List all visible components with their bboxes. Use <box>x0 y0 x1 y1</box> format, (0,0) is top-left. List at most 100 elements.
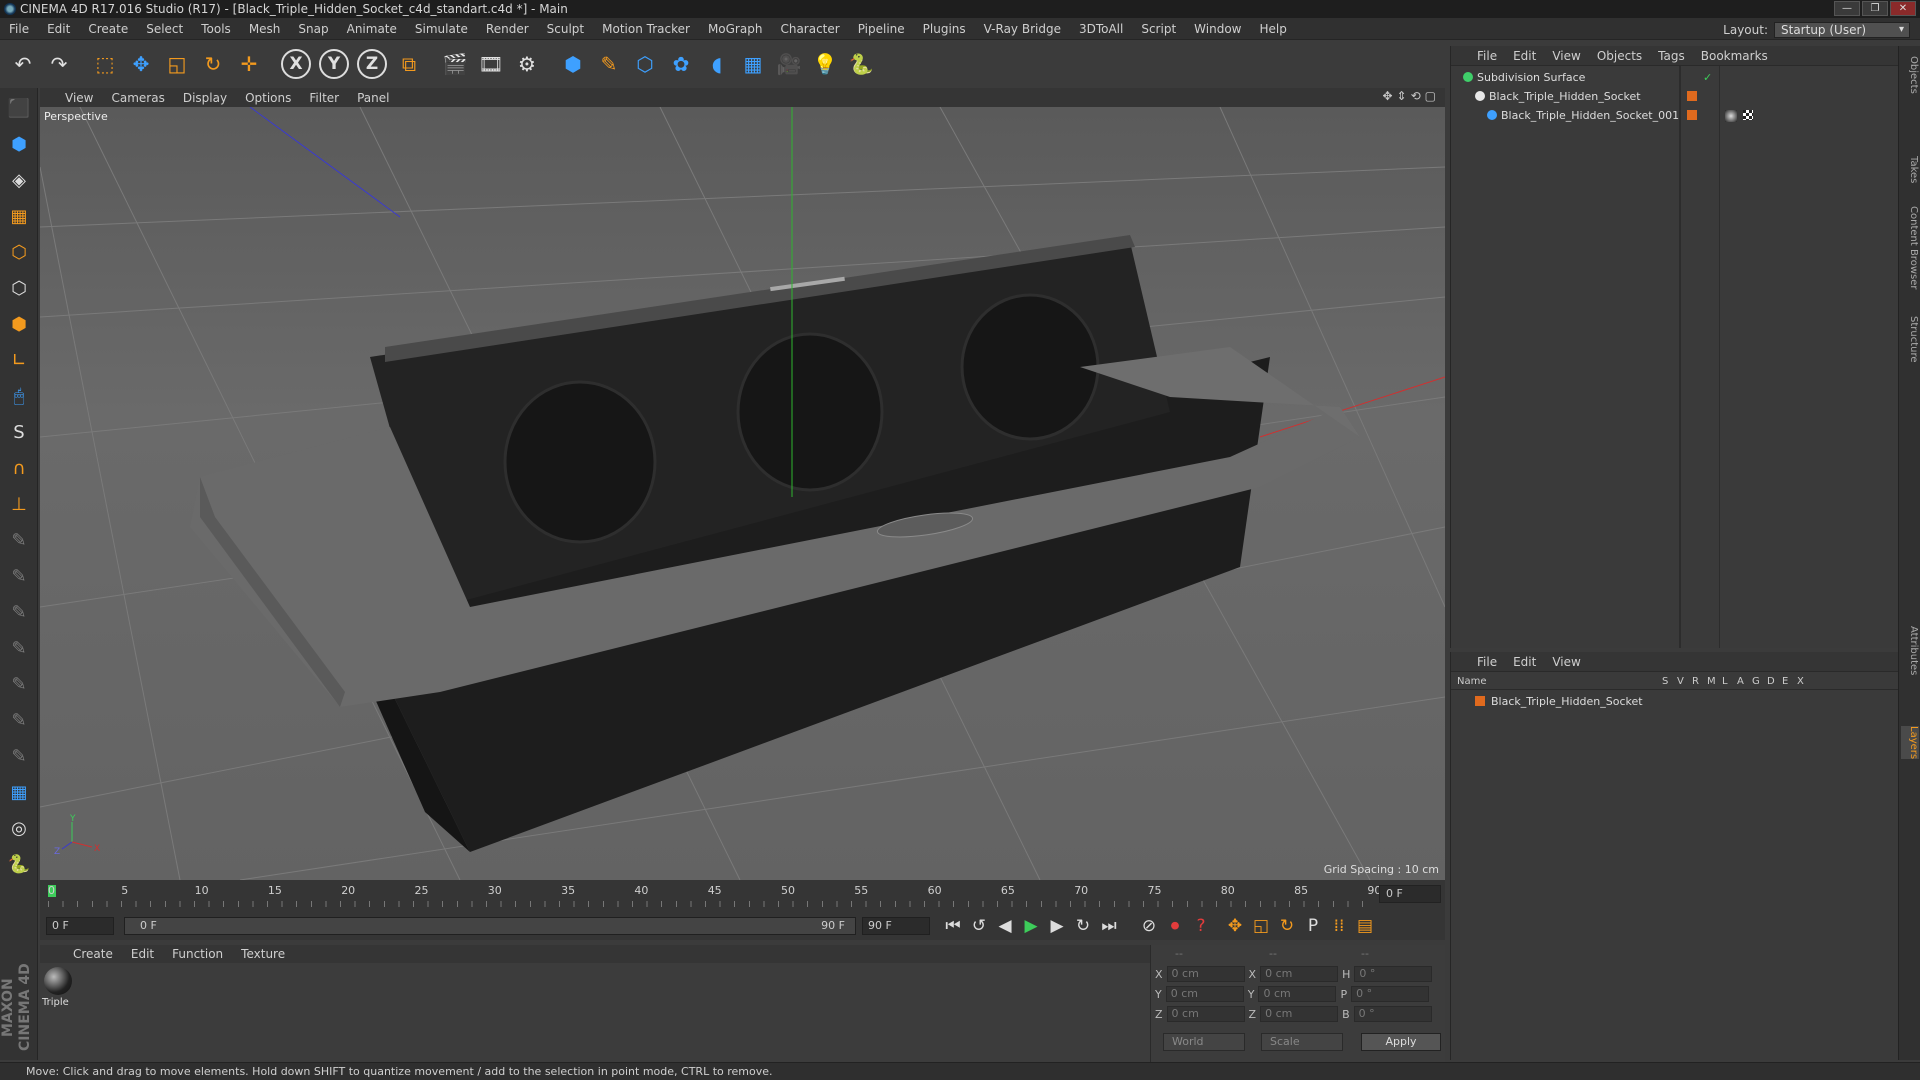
menu-pipeline[interactable]: Pipeline <box>849 22 914 36</box>
menu-create[interactable]: Create <box>79 22 137 36</box>
layer-col-e[interactable]: E <box>1782 676 1788 687</box>
render-view-icon[interactable]: 🎬 <box>438 47 472 81</box>
menu-tools[interactable]: Tools <box>192 22 240 36</box>
make-editable-icon[interactable]: ⬛ <box>3 92 35 124</box>
menu-file[interactable]: File <box>0 22 38 36</box>
side-tab-takes[interactable]: Takes <box>1901 156 1919 183</box>
layer-col-v[interactable]: V <box>1677 676 1684 687</box>
transform-icon[interactable]: ✛ <box>232 47 266 81</box>
snapping-icon[interactable]: S <box>3 416 35 448</box>
menu-render[interactable]: Render <box>477 22 538 36</box>
layer-col-m[interactable]: M <box>1707 676 1716 687</box>
menu-mesh[interactable]: Mesh <box>240 22 290 36</box>
go-to-end-icon[interactable]: ⏭ <box>1096 914 1122 938</box>
menu-plugins[interactable]: Plugins <box>914 22 975 36</box>
material-tag-icon[interactable] <box>1725 110 1737 122</box>
menu-edit[interactable]: Edit <box>38 22 79 36</box>
cube-icon[interactable]: ⬢ <box>556 47 590 81</box>
coord-system-dropdown[interactable]: World <box>1163 1033 1245 1051</box>
material-menu-function[interactable]: Function <box>163 947 232 961</box>
sculpt-brush-7-icon[interactable]: ✎ <box>3 740 35 772</box>
polygons-mode-icon[interactable]: ⬢ <box>3 308 35 340</box>
viewport-menu-options[interactable]: Options <box>236 91 300 105</box>
viewport-move-icon[interactable]: ✥ <box>1382 89 1392 103</box>
points-mode-icon[interactable]: ⬡ <box>3 236 35 268</box>
side-tab-content-browser[interactable]: Content Browser <box>1901 206 1919 289</box>
floor-icon[interactable]: ▦ <box>736 47 770 81</box>
coord-field-x[interactable]: 0 cm <box>1166 966 1245 982</box>
layer-col-x[interactable]: X <box>1797 676 1804 687</box>
axis-lock-y-button[interactable]: Y <box>319 49 349 79</box>
material-menu-edit[interactable]: Edit <box>122 947 163 961</box>
side-tab-objects[interactable]: Objects <box>1901 56 1919 94</box>
object-row[interactable]: Black_Triple_Hidden_Socket <box>1451 87 1899 106</box>
sculpt-brush-6-icon[interactable]: ✎ <box>3 704 35 736</box>
coord-field-z[interactable]: 0 cm <box>1166 1006 1245 1022</box>
key-rotate-icon[interactable]: ↻ <box>1274 914 1300 938</box>
next-frame-icon[interactable]: ▶ <box>1044 914 1070 938</box>
workplane-icon[interactable]: ⊥ <box>3 488 35 520</box>
menu-character[interactable]: Character <box>771 22 848 36</box>
menu-animate[interactable]: Animate <box>338 22 406 36</box>
coord-field-y[interactable]: 0 cm <box>1258 986 1337 1002</box>
sculpt-brush-4-icon[interactable]: ✎ <box>3 632 35 664</box>
axis-lock-x-button[interactable]: X <box>281 49 311 79</box>
current-frame-field[interactable]: 0 F <box>1379 885 1441 903</box>
layout-dropdown[interactable]: Startup (User) <box>1774 22 1910 38</box>
layer-col-a[interactable]: A <box>1737 676 1744 687</box>
render-settings-icon[interactable]: ⚙ <box>510 47 544 81</box>
coordinate-system-icon[interactable]: ⧉ <box>392 47 426 81</box>
go-to-start-icon[interactable]: ⏮ <box>940 914 966 938</box>
close-button[interactable]: ✕ <box>1890 1 1916 16</box>
prev-frame-icon[interactable]: ◀ <box>992 914 1018 938</box>
object-layer-swatch[interactable] <box>1687 110 1697 120</box>
menu-v-ray-bridge[interactable]: V-Ray Bridge <box>975 22 1070 36</box>
subdivision-enabled-check-icon[interactable]: ✓ <box>1703 68 1712 84</box>
record-icon[interactable]: ⏺ <box>1162 914 1188 938</box>
viewport-menu-filter[interactable]: Filter <box>300 91 348 105</box>
play-icon[interactable]: ▶ <box>1018 914 1044 938</box>
deformer-icon[interactable]: ◖ <box>700 47 734 81</box>
layer-col-g[interactable]: G <box>1752 676 1760 687</box>
key-scale-icon[interactable]: ◱ <box>1248 914 1274 938</box>
coord-field-h[interactable]: 0 ° <box>1354 966 1433 982</box>
minimize-button[interactable]: — <box>1834 1 1860 16</box>
menu-select[interactable]: Select <box>137 22 192 36</box>
end-frame-field[interactable]: 90 F <box>862 917 930 935</box>
menu-simulate[interactable]: Simulate <box>406 22 477 36</box>
objects-menu-objects[interactable]: Objects <box>1589 49 1650 63</box>
menu-3dtoall[interactable]: 3DToAll <box>1070 22 1132 36</box>
coord-field-x[interactable]: 0 cm <box>1260 966 1339 982</box>
live-selection-icon[interactable]: ⬚ <box>88 47 122 81</box>
render-picture-viewer-icon[interactable]: 🎞 <box>474 47 508 81</box>
object-row[interactable]: Subdivision Surface ✓ <box>1451 68 1899 87</box>
tweak-mode-icon[interactable]: 🖱 <box>3 380 35 412</box>
texture-tag-icon[interactable] <box>1743 110 1753 120</box>
viewport-maximize-icon[interactable]: ▢ <box>1425 89 1436 103</box>
undo-icon[interactable]: ↶ <box>6 47 40 81</box>
autokey-icon[interactable]: ? <box>1188 914 1214 938</box>
coord-field-z[interactable]: 0 cm <box>1260 1006 1339 1022</box>
subdivision-icon[interactable]: ⬡ <box>628 47 662 81</box>
axis-mode-icon[interactable]: ∟ <box>3 344 35 376</box>
frame-range-slider[interactable]: 0 F 90 F <box>124 917 856 935</box>
objects-menu-bookmarks[interactable]: Bookmarks <box>1693 49 1776 63</box>
layer-col-d[interactable]: D <box>1767 676 1775 687</box>
objects-menu-view[interactable]: View <box>1544 49 1588 63</box>
layers-menu-edit[interactable]: Edit <box>1505 655 1544 669</box>
magnet-icon[interactable]: ∩ <box>3 452 35 484</box>
scale-icon[interactable]: ◱ <box>160 47 194 81</box>
layers-menu-file[interactable]: File <box>1469 655 1505 669</box>
timeline-icon[interactable]: ▤ <box>1352 914 1378 938</box>
viewport-menu-cameras[interactable]: Cameras <box>102 91 173 105</box>
key-pla-icon[interactable]: ⁞⁞ <box>1326 914 1352 938</box>
coord-field-y[interactable]: 0 cm <box>1165 986 1244 1002</box>
mograph-cloner-icon[interactable]: ✿ <box>664 47 698 81</box>
axis-lock-z-button[interactable]: Z <box>357 49 387 79</box>
maximize-button[interactable]: ❐ <box>1862 1 1888 16</box>
coord-field-p[interactable]: 0 ° <box>1351 986 1430 1002</box>
key-param-icon[interactable]: P <box>1300 914 1326 938</box>
side-tab-attributes[interactable]: Attributes <box>1901 626 1919 675</box>
material-menu-texture[interactable]: Texture <box>232 947 294 961</box>
objects-menu-tags[interactable]: Tags <box>1650 49 1693 63</box>
